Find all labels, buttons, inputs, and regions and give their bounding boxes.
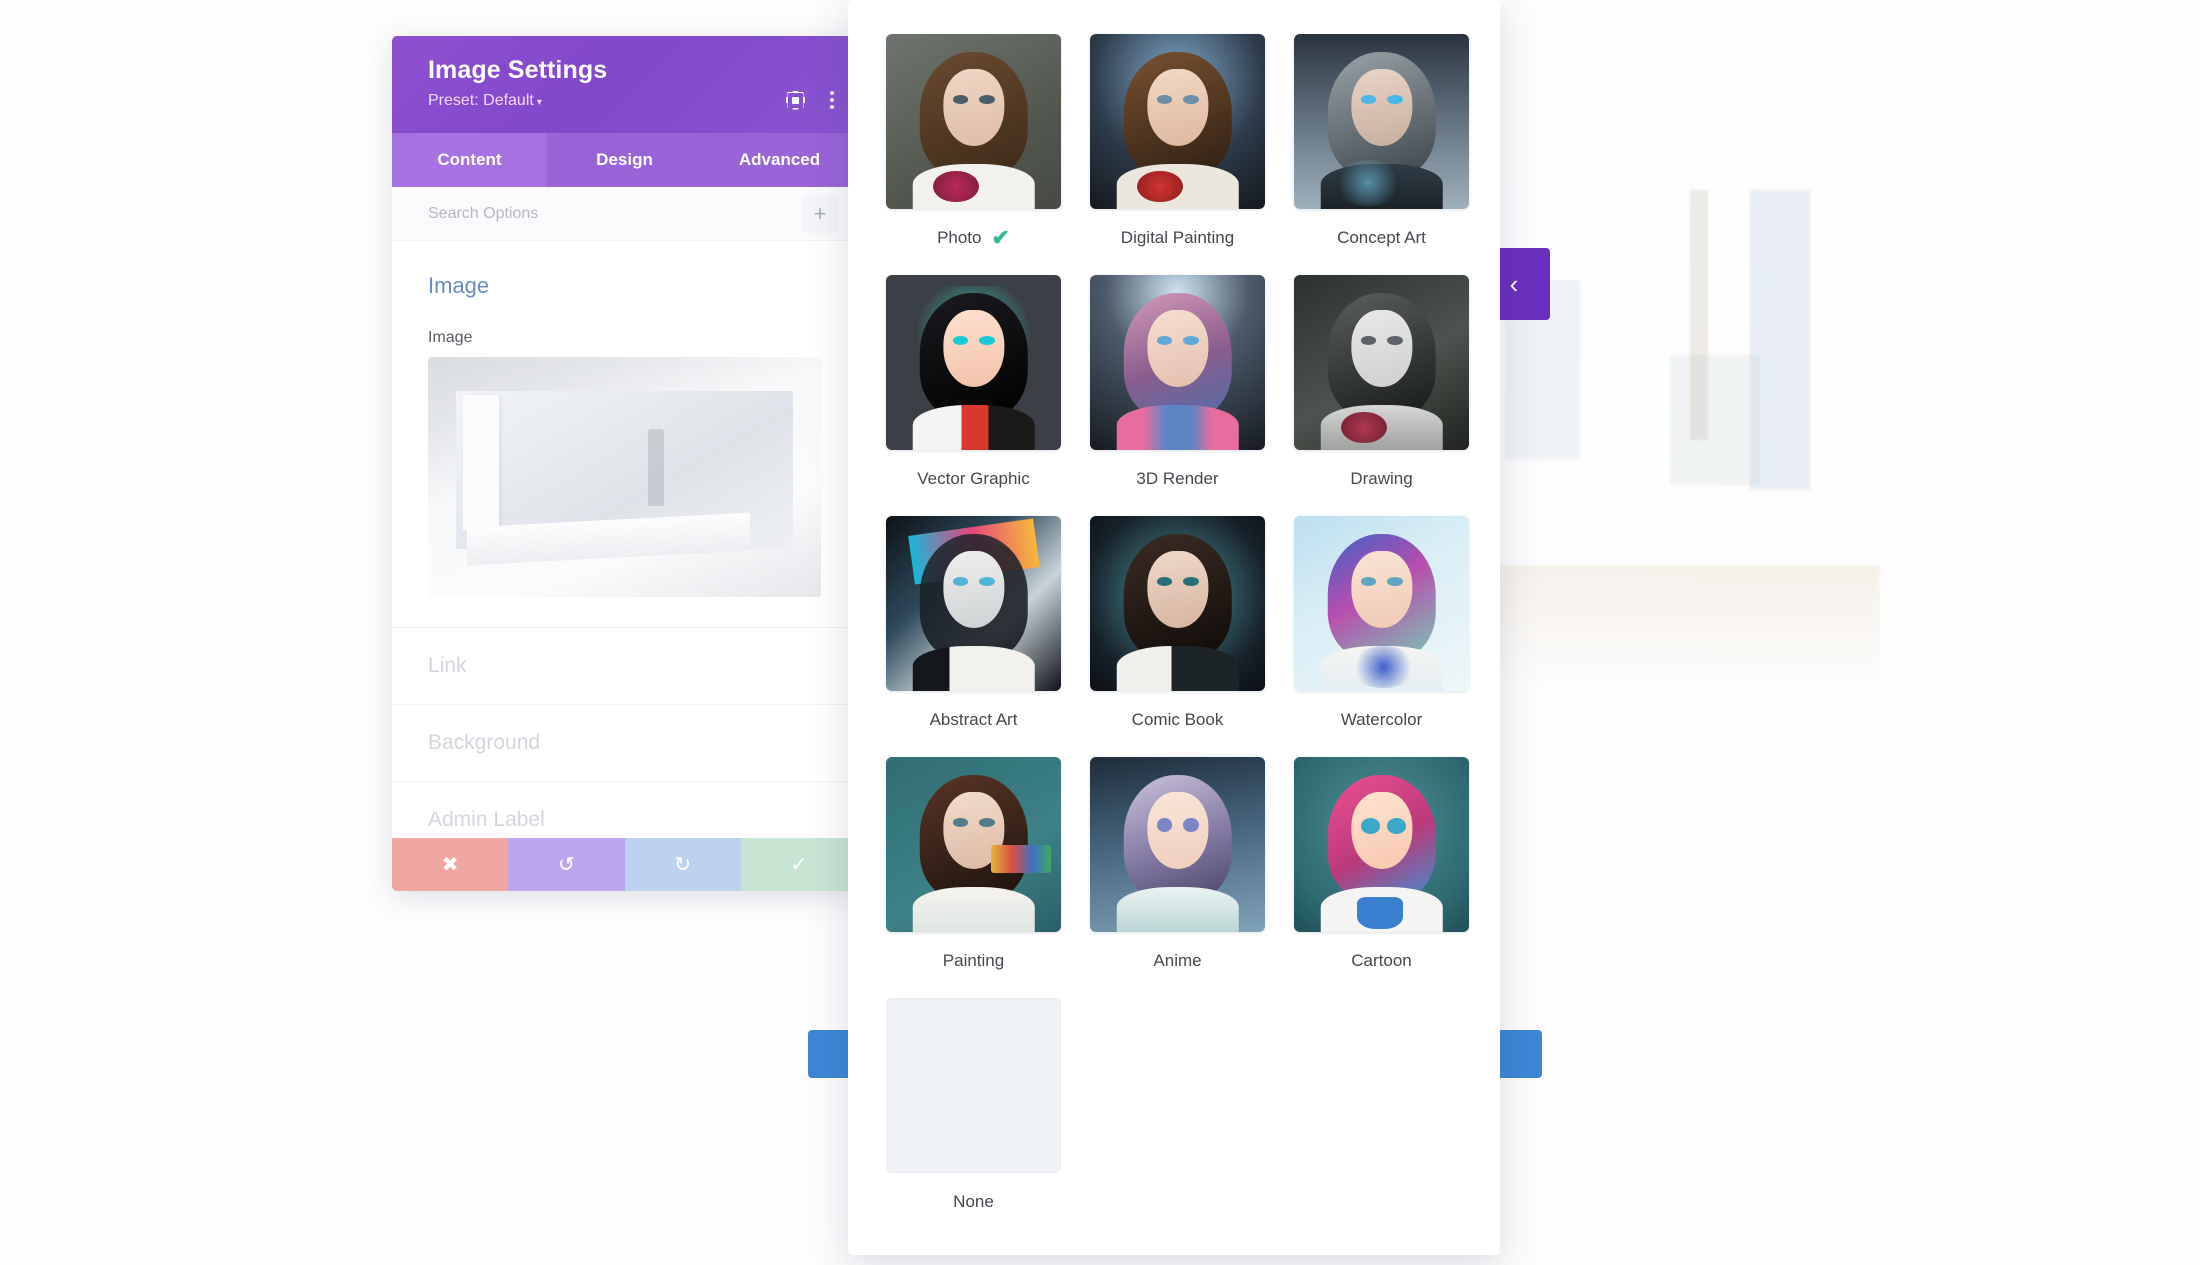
style-label: Comic Book [1131,710,1224,729]
tab-advanced[interactable]: Advanced [702,133,857,187]
style-label: Anime [1153,951,1202,970]
plus-icon[interactable]: + [801,194,839,233]
style-label: Watercolor [1340,710,1423,729]
style-label: Cartoon [1351,951,1412,970]
style-option-grid: Photo ✔ Digital Painting Concept Art Vec… [848,34,1500,1215]
style-label-row: Abstract Art [886,707,1061,733]
style-option-3d-render[interactable]: 3D Render [1090,275,1265,492]
page-title: Image Settings [428,56,608,84]
row-link[interactable]: Link [392,627,857,704]
undo-button[interactable]: ↺ [508,838,625,891]
focus-icon[interactable] [786,91,805,110]
search-input[interactable]: Search Options [428,205,801,223]
style-label: Digital Painting [1120,228,1235,247]
panel-header-icons [786,90,839,110]
style-label-row: Painting [886,948,1061,974]
panel-header: Image Settings Preset: Default ▾ [392,36,857,133]
image-settings-panel: Image Settings Preset: Default ▾ Content … [392,36,857,891]
style-thumbnail[interactable] [1090,34,1265,209]
style-label: Drawing [1350,469,1413,488]
row-background[interactable]: Background [392,704,857,781]
style-option-drawing[interactable]: Drawing [1294,275,1469,492]
style-label-row: Drawing [1294,466,1469,492]
style-option-cartoon[interactable]: Cartoon [1294,757,1469,974]
more-options-icon[interactable] [825,90,839,110]
style-chooser-modal: Photo ✔ Digital Painting Concept Art Vec… [848,0,1500,1255]
page-background-photo [1495,185,1880,685]
style-option-comic-book[interactable]: Comic Book [1090,516,1265,733]
tab-content[interactable]: Content [392,133,547,187]
style-label-row: Anime [1090,948,1265,974]
style-label-row: Watercolor [1294,707,1469,733]
section-title-image: Image [428,273,490,298]
style-option-watercolor[interactable]: Watercolor [1294,516,1469,733]
style-thumbnail[interactable] [886,275,1061,450]
style-label-row: Vector Graphic [886,466,1061,492]
field-label-image: Image [428,329,473,346]
style-thumbnail[interactable] [1294,275,1469,450]
panel-tabs: Content Design Advanced [392,133,857,187]
tab-design[interactable]: Design [547,133,702,187]
search-options-row: Search Options + [392,187,857,241]
style-option-abstract-art[interactable]: Abstract Art [886,516,1061,733]
save-button[interactable]: ✓ [740,838,857,891]
style-option-vector-graphic[interactable]: Vector Graphic [886,275,1061,492]
panel-body: Image Image Link Background Admin Label [392,241,857,858]
style-thumbnail[interactable] [1294,34,1469,209]
style-label: Painting [942,951,1005,970]
image-preview[interactable] [428,357,821,597]
style-label-row: None [886,1189,1061,1215]
style-option-painting[interactable]: Painting [886,757,1061,974]
check-icon: ✔ [991,225,1010,250]
style-thumbnail[interactable] [886,757,1061,932]
style-option-anime[interactable]: Anime [1090,757,1265,974]
style-thumbnail[interactable] [1294,757,1469,932]
style-label: Concept Art [1337,228,1426,247]
style-thumbnail[interactable] [1090,275,1265,450]
style-option-none[interactable]: None [886,998,1061,1215]
style-thumbnail[interactable] [1090,516,1265,691]
style-thumbnail[interactable] [886,998,1061,1173]
preset-selector[interactable]: Preset: Default ▾ [428,92,831,110]
preset-label: Preset: Default [428,92,534,109]
style-option-photo[interactable]: Photo ✔ [886,34,1061,251]
style-label-row: Concept Art [1294,225,1469,251]
style-label: Photo [937,228,982,247]
close-button[interactable]: ✖ [392,838,509,891]
chevron-left-icon: ‹ [1509,269,1519,299]
style-label-row: Digital Painting [1090,225,1265,251]
style-thumbnail[interactable] [886,516,1061,691]
redo-button[interactable]: ↻ [624,838,741,891]
style-thumbnail[interactable] [1294,516,1469,691]
style-label: Abstract Art [929,710,1018,729]
style-label-row: 3D Render [1090,466,1265,492]
style-option-concept-art[interactable]: Concept Art [1294,34,1469,251]
style-label: None [953,1192,994,1211]
style-option-digital-painting[interactable]: Digital Painting [1090,34,1265,251]
panel-bottom-bar: ✖ ↺ ↻ ✓ [392,838,857,891]
style-label-row: Comic Book [1090,707,1265,733]
style-label-row: Cartoon [1294,948,1469,974]
chevron-down-icon: ▾ [536,97,542,108]
style-label-row: Photo ✔ [886,225,1061,251]
style-thumbnail[interactable] [886,34,1061,209]
screen: ‹ ‹ Image Settings Preset: Default▾ Cont… [0,0,2200,1265]
style-thumbnail[interactable] [1090,757,1265,932]
panel-rows: Link Background Admin Label [392,627,857,858]
style-label: 3D Render [1136,469,1219,488]
style-label: Vector Graphic [917,469,1030,488]
